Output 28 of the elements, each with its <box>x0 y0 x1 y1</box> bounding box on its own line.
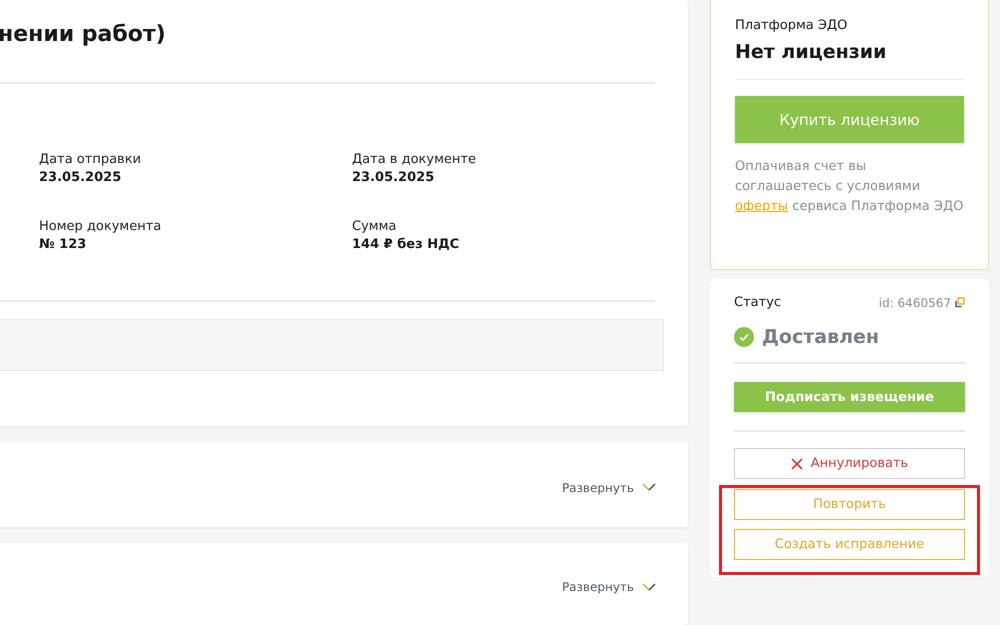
offer-note: Оплачивая счет вы соглашаетесь с условиями оферты сервиса Платформа ЭДО <box>735 158 964 216</box>
field-label: Дата в документе <box>352 152 477 167</box>
expand-button[interactable]: Развернуть <box>562 480 656 494</box>
field-value: 144 ₽ без НДС <box>352 237 460 252</box>
field-label: Номер документа <box>39 219 162 234</box>
offer-link[interactable]: оферты <box>735 199 788 214</box>
cancel-button[interactable]: Аннулировать <box>734 448 965 479</box>
field-label: Сумма <box>352 219 398 234</box>
check-circle-icon <box>734 327 754 347</box>
sign-notice-button[interactable]: Подписать извещение <box>734 382 965 412</box>
platform-label: Платформа ЭДО <box>735 18 848 33</box>
expand-button[interactable]: Развернуть <box>562 580 656 594</box>
license-status: Нет лицензии <box>735 41 888 63</box>
chevron-down-icon <box>642 483 656 492</box>
buy-license-button[interactable]: Купить лицензию <box>735 96 964 143</box>
field-value: № 123 <box>39 237 88 252</box>
field-value: 23.05.2025 <box>39 170 122 185</box>
close-icon <box>790 458 803 470</box>
document-title: нении работ) <box>0 22 167 49</box>
document-id: id: 6460567 <box>878 296 951 310</box>
field-label: Дата отправки <box>39 152 142 167</box>
chevron-down-icon <box>642 582 656 592</box>
action-button[interactable]: Повторить <box>734 489 965 520</box>
status-value: Доставлен <box>762 326 880 348</box>
action-button[interactable]: Создать исправление <box>734 529 965 560</box>
status-label: Статус <box>734 295 782 310</box>
field-value: 23.05.2025 <box>352 170 436 185</box>
copy-icon[interactable] <box>954 297 965 308</box>
